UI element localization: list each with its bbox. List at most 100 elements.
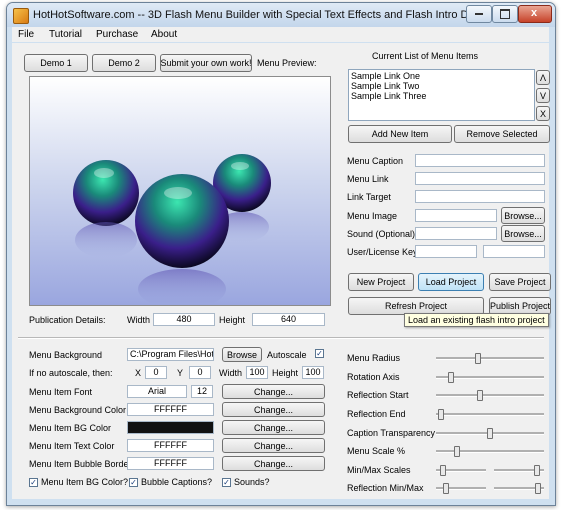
- sphere-center-icon: [135, 174, 229, 305]
- font-size-field[interactable]: 12: [191, 385, 213, 398]
- bg-color-field[interactable]: FFFFFF: [127, 403, 214, 416]
- item-bg-color-checkbox[interactable]: ✓: [29, 478, 38, 487]
- bubble-border-field[interactable]: FFFFFF: [127, 457, 214, 470]
- delete-item-button[interactable]: X: [536, 106, 550, 121]
- add-item-button[interactable]: Add New Item: [348, 125, 452, 143]
- image-browse-button[interactable]: Browse...: [501, 207, 545, 224]
- menu-about[interactable]: About: [151, 29, 177, 40]
- sound-browse-button[interactable]: Browse...: [501, 225, 545, 242]
- reflection-min-slider[interactable]: [436, 483, 486, 494]
- list-item[interactable]: Sample Link Three: [351, 91, 532, 101]
- menu-purchase[interactable]: Purchase: [96, 29, 138, 40]
- slider-thumb[interactable]: [454, 446, 460, 457]
- y-field[interactable]: 0: [189, 366, 211, 379]
- bubble-border-change-button[interactable]: Change...: [222, 456, 325, 471]
- minimize-icon: [475, 13, 483, 15]
- font-field[interactable]: Arial: [127, 385, 187, 398]
- pub-width-field[interactable]: 480: [153, 313, 215, 326]
- slider-thumb[interactable]: [438, 409, 444, 420]
- list-item[interactable]: Sample Link Two: [351, 81, 532, 91]
- sound-field[interactable]: [415, 227, 497, 240]
- minimize-button[interactable]: [466, 5, 492, 23]
- new-project-button[interactable]: New Project: [348, 273, 414, 291]
- reflection-end-slider[interactable]: [436, 409, 544, 420]
- demo1-button[interactable]: Demo 1: [24, 54, 88, 72]
- list-item[interactable]: Sample Link One: [351, 71, 532, 81]
- autoscale-label: Autoscale: [267, 350, 307, 360]
- menu-preview-canvas[interactable]: [29, 76, 331, 306]
- section-divider: [18, 337, 544, 339]
- max-scale-slider[interactable]: [494, 465, 544, 476]
- caption-transparency-slider[interactable]: [436, 428, 544, 439]
- license-field-1[interactable]: [415, 245, 477, 258]
- image-field[interactable]: [415, 209, 497, 222]
- close-button[interactable]: x: [518, 5, 552, 23]
- pub-width-label: Width: [127, 315, 151, 325]
- item-bg-change-button[interactable]: Change...: [222, 420, 325, 435]
- load-project-button[interactable]: Load Project: [418, 273, 484, 291]
- menu-tutorial[interactable]: Tutorial: [49, 29, 82, 40]
- text-color-change-button[interactable]: Change...: [222, 438, 325, 453]
- title-bar[interactable]: HotHotSoftware.com -- 3D Flash Menu Buil…: [7, 3, 555, 27]
- autoscale-checkbox[interactable]: ✓: [315, 349, 324, 358]
- menu-scale-slider[interactable]: [436, 446, 544, 457]
- bg-height-field[interactable]: 100: [302, 366, 324, 379]
- target-field[interactable]: [415, 190, 545, 203]
- item-bg-color-checkbox-label: Menu Item BG Color?: [41, 477, 129, 487]
- license-field-2[interactable]: [483, 245, 545, 258]
- min-max-scales-label: Min/Max Scales: [347, 465, 411, 475]
- noscale-label: If no autoscale, then:: [29, 368, 113, 378]
- min-scale-slider[interactable]: [436, 465, 486, 476]
- menu-items-list[interactable]: Sample Link One Sample Link Two Sample L…: [348, 69, 535, 121]
- caption-label: Menu Caption: [347, 156, 404, 166]
- font-change-button[interactable]: Change...: [222, 384, 325, 399]
- slider-thumb[interactable]: [475, 353, 481, 364]
- target-label: Link Target: [347, 192, 391, 202]
- remove-selected-button[interactable]: Remove Selected: [454, 125, 550, 143]
- caption-field[interactable]: [415, 154, 545, 167]
- demo2-button[interactable]: Demo 2: [92, 54, 156, 72]
- slider-thumb[interactable]: [440, 465, 446, 476]
- text-color-field[interactable]: FFFFFF: [127, 439, 214, 452]
- slider-thumb[interactable]: [534, 465, 540, 476]
- menu-bar: File Tutorial Purchase About: [12, 27, 549, 42]
- sphere-left-icon: [73, 160, 139, 258]
- move-down-button[interactable]: V: [536, 88, 550, 103]
- text-color-label: Menu Item Text Color: [29, 441, 115, 451]
- x-field[interactable]: 0: [145, 366, 167, 379]
- item-bg-color-swatch[interactable]: [127, 421, 214, 434]
- font-label: Menu Item Font: [29, 387, 93, 397]
- menu-file[interactable]: File: [18, 29, 34, 40]
- bubble-captions-checkbox[interactable]: ✓: [129, 478, 138, 487]
- rotation-axis-label: Rotation Axis: [347, 372, 400, 382]
- y-label: Y: [177, 368, 184, 378]
- pub-height-field[interactable]: 640: [252, 313, 325, 326]
- maximize-button[interactable]: [492, 5, 518, 23]
- slider-thumb[interactable]: [443, 483, 449, 494]
- background-path-field[interactable]: C:\Program Files\HotH: [127, 348, 214, 361]
- save-project-button[interactable]: Save Project: [489, 273, 551, 291]
- reflection-start-slider[interactable]: [436, 390, 544, 401]
- link-field[interactable]: [415, 172, 545, 185]
- move-up-button[interactable]: Λ: [536, 70, 550, 85]
- bg-width-label: Width: [219, 368, 243, 378]
- menu-radius-slider[interactable]: [436, 353, 544, 364]
- chevron-down-icon: V: [539, 90, 546, 101]
- slider-thumb[interactable]: [535, 483, 541, 494]
- bg-width-field[interactable]: 100: [246, 366, 268, 379]
- link-label: Menu Link: [347, 174, 389, 184]
- reflection-end-label: Reflection End: [347, 409, 406, 419]
- reflection-min-max-label: Reflection Min/Max: [347, 483, 424, 493]
- slider-thumb[interactable]: [487, 428, 493, 439]
- rotation-axis-slider[interactable]: [436, 372, 544, 383]
- sounds-checkbox[interactable]: ✓: [222, 478, 231, 487]
- maximize-icon: [500, 9, 510, 19]
- bg-color-change-button[interactable]: Change...: [222, 402, 325, 417]
- submit-work-button[interactable]: Submit your own work!: [160, 54, 252, 72]
- reflection-max-slider[interactable]: [494, 483, 544, 494]
- sounds-checkbox-label: Sounds?: [234, 477, 270, 487]
- background-browse-button[interactable]: Browse: [222, 347, 262, 362]
- close-icon: x: [531, 7, 538, 19]
- slider-thumb[interactable]: [448, 372, 454, 383]
- slider-thumb[interactable]: [477, 390, 483, 401]
